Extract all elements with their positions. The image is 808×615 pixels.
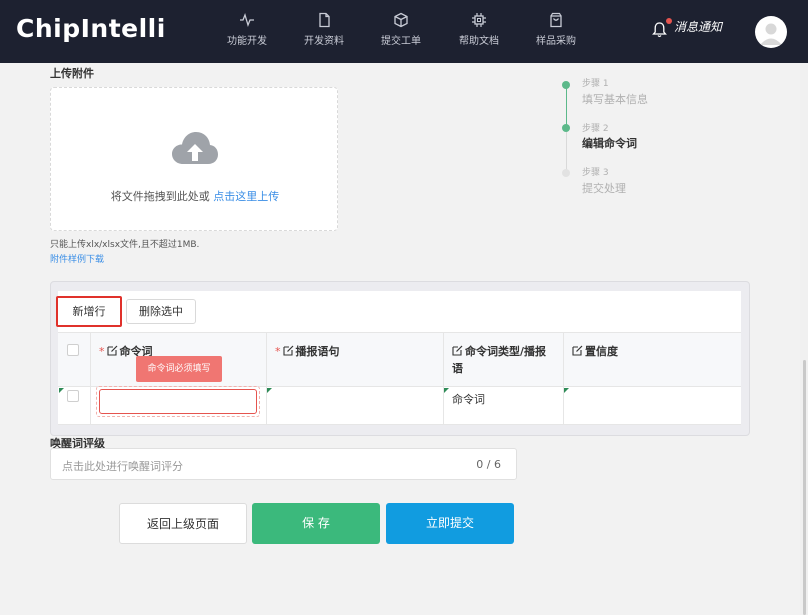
- document-icon: [319, 12, 330, 28]
- column-header-type[interactable]: 命令词类型/播报语: [452, 343, 556, 377]
- chip-icon: [472, 13, 486, 27]
- cell-edited-marker: [564, 388, 569, 393]
- nav-label: 样品采购: [536, 36, 576, 47]
- step-2-label: 步骤 2: [582, 124, 609, 134]
- select-all-checkbox[interactable]: [67, 344, 79, 356]
- upload-hint: 将文件拖拽到此处或 点击这里上传: [51, 188, 339, 204]
- cell-edited-marker: [59, 388, 64, 393]
- column-label: 置信度: [585, 345, 618, 358]
- scrollbar-thumb[interactable]: [803, 360, 806, 615]
- top-navbar: ChipIntelli 功能开发 开发资料 提交工单 帮助文档 样品采购 消息通…: [0, 0, 808, 63]
- step-3-label: 步骤 3: [582, 168, 609, 178]
- type-cell[interactable]: 命令词: [452, 391, 485, 407]
- activity-icon: [240, 13, 254, 27]
- nav-label: 开发资料: [304, 36, 344, 47]
- edit-icon: [572, 345, 583, 356]
- save-button[interactable]: 保 存: [252, 503, 380, 544]
- nav-item-help-docs[interactable]: 帮助文档: [449, 12, 509, 47]
- nav-item-feature-dev[interactable]: 功能开发: [217, 12, 277, 47]
- sample-download-link[interactable]: 附件样例下载: [50, 252, 104, 265]
- required-mark: *: [275, 345, 281, 358]
- nav-item-sample-purchase[interactable]: 样品采购: [526, 12, 586, 47]
- edit-icon: [106, 345, 117, 356]
- nav-item-dev-docs[interactable]: 开发资料: [294, 12, 354, 47]
- step-3-name: 提交处理: [582, 182, 626, 195]
- nav-item-submit-ticket[interactable]: 提交工单: [371, 12, 431, 47]
- cell-edited-marker: [267, 388, 272, 393]
- step-1-label: 步骤 1: [582, 79, 609, 89]
- column-divider: [563, 332, 564, 425]
- cell-edited-marker: [444, 388, 449, 393]
- steps-line-done: [566, 86, 567, 128]
- step-dot-done: [562, 81, 570, 89]
- submit-button[interactable]: 立即提交: [386, 503, 514, 544]
- edit-icon: [452, 345, 463, 356]
- notification-dot: [666, 18, 672, 24]
- column-divider: [90, 332, 91, 425]
- shopping-bag-icon: [550, 12, 562, 28]
- upload-dropzone[interactable]: 将文件拖拽到此处或 点击这里上传: [50, 87, 338, 231]
- logo[interactable]: ChipIntelli: [16, 14, 166, 43]
- validation-tooltip: 命令词必须填写: [136, 356, 222, 382]
- nav-label: 提交工单: [381, 36, 421, 47]
- upload-drop-text: 将文件拖拽到此处或: [110, 190, 210, 203]
- step-2-name: 编辑命令词: [582, 137, 637, 150]
- bell-icon[interactable]: [652, 21, 667, 38]
- column-label: 命令词类型/播报语: [452, 345, 547, 375]
- user-icon: [760, 23, 782, 45]
- upload-title: 上传附件: [50, 67, 94, 80]
- column-divider: [443, 332, 444, 425]
- column-header-confidence[interactable]: 置信度: [572, 343, 618, 360]
- column-header-broadcast[interactable]: * 播报语句: [275, 343, 340, 360]
- wake-word-count: 0 / 6: [476, 458, 501, 471]
- notification-link[interactable]: 消息通知: [674, 18, 722, 35]
- upload-click-link[interactable]: 点击这里上传: [213, 190, 279, 203]
- upload-tip: 只能上传xlx/xlsx文件,且不超过1MB.: [50, 240, 200, 250]
- command-input[interactable]: [99, 389, 257, 414]
- cube-icon: [394, 12, 408, 28]
- row-checkbox[interactable]: [67, 390, 79, 402]
- required-mark: *: [99, 345, 105, 358]
- edit-icon: [282, 345, 293, 356]
- column-divider: [266, 332, 267, 425]
- step-1-name: 填写基本信息: [582, 93, 648, 106]
- step-dot-pending: [562, 169, 570, 177]
- step-dot-active: [562, 124, 570, 132]
- nav-label: 功能开发: [227, 36, 267, 47]
- avatar[interactable]: [755, 16, 787, 48]
- back-button[interactable]: 返回上级页面: [119, 503, 247, 544]
- column-label: 播报语句: [295, 345, 340, 358]
- delete-selected-button[interactable]: 删除选中: [126, 299, 196, 324]
- nav-label: 帮助文档: [459, 36, 499, 47]
- add-row-button[interactable]: 新增行: [56, 296, 122, 327]
- wake-word-rating-input[interactable]: 点击此处进行唤醒词评分 0 / 6: [50, 448, 517, 480]
- wake-word-placeholder: 点击此处进行唤醒词评分: [62, 460, 183, 473]
- cloud-upload-icon: [172, 132, 218, 164]
